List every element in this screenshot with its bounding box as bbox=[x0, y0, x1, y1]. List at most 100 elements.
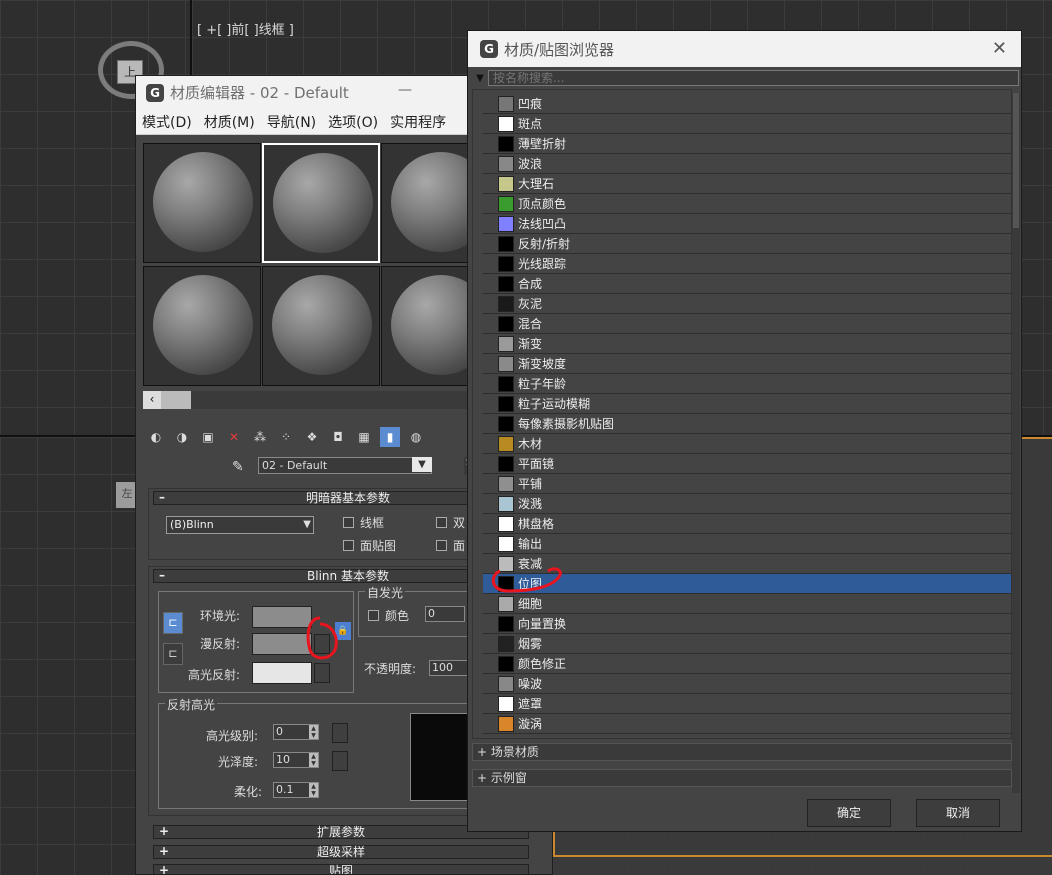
close-icon[interactable]: ✕ bbox=[992, 38, 1007, 59]
self-illum-value[interactable]: 0 bbox=[425, 606, 465, 622]
checkbox-box[interactable] bbox=[343, 540, 354, 551]
map-item[interactable]: 反射/折射 bbox=[483, 234, 1011, 254]
glossiness-map-button[interactable] bbox=[332, 751, 348, 771]
copy-material-icon[interactable]: ⁂ bbox=[250, 427, 270, 447]
checkbox-box[interactable] bbox=[436, 517, 447, 528]
map-item[interactable]: 大理石 bbox=[483, 174, 1011, 194]
shader-type-dropdown[interactable]: (B)Blinn ▼ bbox=[166, 516, 314, 534]
map-item[interactable]: 粒子运动模糊 bbox=[483, 394, 1011, 414]
scroll-thumb[interactable] bbox=[161, 391, 191, 409]
face-map-checkbox[interactable]: 面贴图 bbox=[343, 537, 396, 554]
map-item[interactable]: 泼溅 bbox=[483, 494, 1011, 514]
map-item[interactable]: 薄壁折射 bbox=[483, 134, 1011, 154]
map-item-selected[interactable]: 位图 bbox=[483, 574, 1011, 594]
section-sample-slots[interactable]: + 示例窗 bbox=[472, 769, 1012, 787]
two-sided-checkbox[interactable]: 双 bbox=[436, 514, 465, 531]
scroll-left-icon[interactable]: ‹ bbox=[143, 391, 161, 409]
map-item[interactable]: 顶点颜色 bbox=[483, 194, 1011, 214]
browser-scrollbar[interactable] bbox=[1012, 93, 1020, 793]
map-item[interactable]: 烟雾 bbox=[483, 634, 1011, 654]
rollout-supersampling[interactable]: + 超级采样 bbox=[153, 845, 529, 859]
specular-map-button[interactable] bbox=[314, 663, 330, 683]
map-item[interactable]: 漩涡 bbox=[483, 714, 1011, 734]
go-parent-icon[interactable]: ◍ bbox=[406, 427, 426, 447]
map-item[interactable]: 光线跟踪 bbox=[483, 254, 1011, 274]
viewport-label[interactable]: [ +[ ]前[ ]线框 ] bbox=[197, 19, 294, 38]
material-id-icon[interactable]: ◘ bbox=[328, 427, 348, 447]
spec-level-spinner[interactable]: 0 ▲ ▼ bbox=[273, 724, 319, 740]
menu-material[interactable]: 材质(M) bbox=[204, 112, 255, 132]
diffuse-color-swatch[interactable] bbox=[252, 633, 312, 655]
map-item[interactable]: 合成 bbox=[483, 274, 1011, 294]
soften-spinner[interactable]: 0.1 ▲ ▼ bbox=[273, 782, 319, 798]
map-thumbnail-icon bbox=[498, 395, 514, 412]
map-item[interactable]: 粒子年龄 bbox=[483, 374, 1011, 394]
map-item[interactable]: 渐变坡度 bbox=[483, 354, 1011, 374]
rollout-maps[interactable]: + 贴图 bbox=[153, 864, 529, 874]
checkbox-box[interactable] bbox=[368, 610, 379, 621]
map-item[interactable]: 凹痕 bbox=[483, 94, 1011, 114]
cancel-button[interactable]: 取消 bbox=[916, 799, 1000, 827]
self-illum-color-checkbox[interactable]: 颜色 bbox=[368, 607, 409, 624]
minimize-icon[interactable]: — bbox=[398, 82, 412, 98]
spec-level-map-button[interactable] bbox=[332, 723, 348, 743]
material-name-dropdown[interactable]: ▼ bbox=[258, 457, 432, 474]
search-input[interactable] bbox=[488, 70, 1019, 86]
map-item[interactable]: 灰泥 bbox=[483, 294, 1011, 314]
eyedropper-icon[interactable]: ✎ bbox=[232, 459, 244, 475]
map-item[interactable]: 棋盘格 bbox=[483, 514, 1011, 534]
checkbox-box[interactable] bbox=[436, 540, 447, 551]
map-item[interactable]: 输出 bbox=[483, 534, 1011, 554]
map-item[interactable]: 混合 bbox=[483, 314, 1011, 334]
spinner-arrows-icon[interactable]: ▲ ▼ bbox=[309, 725, 318, 739]
browser-titlebar[interactable]: G 材质/贴图浏览器 ✕ bbox=[468, 31, 1021, 67]
map-item[interactable]: 斑点 bbox=[483, 114, 1011, 134]
section-scene-materials[interactable]: + 场景材质 bbox=[472, 743, 1012, 761]
map-item[interactable]: 衰减 bbox=[483, 554, 1011, 574]
delete-icon[interactable]: ✕ bbox=[224, 427, 244, 447]
map-item[interactable]: 每像素摄影机贴图 bbox=[483, 414, 1011, 434]
show-end-result-icon[interactable]: ▮ bbox=[380, 427, 400, 447]
sample-slot-selected[interactable] bbox=[262, 143, 380, 263]
get-material-icon[interactable]: ◐ bbox=[146, 427, 166, 447]
put-to-library-icon[interactable]: ❖ bbox=[302, 427, 322, 447]
diffuse-map-button[interactable] bbox=[314, 634, 330, 654]
lock-icon[interactable]: 🔒 bbox=[335, 622, 351, 640]
glossiness-spinner[interactable]: 10 ▲ ▼ bbox=[273, 752, 319, 768]
specular-color-swatch[interactable] bbox=[252, 662, 312, 684]
sample-slot[interactable] bbox=[262, 266, 380, 386]
opacity-spinner[interactable]: 100 bbox=[429, 660, 469, 676]
ambient-color-swatch[interactable] bbox=[252, 606, 312, 628]
put-to-scene-icon[interactable]: ◑ bbox=[172, 427, 192, 447]
map-item[interactable]: 噪波 bbox=[483, 674, 1011, 694]
map-item[interactable]: 遮罩 bbox=[483, 694, 1011, 714]
menu-options[interactable]: 选项(O) bbox=[328, 112, 378, 132]
map-item[interactable]: 法线凹凸 bbox=[483, 214, 1011, 234]
chevron-down-icon[interactable]: ▼ bbox=[412, 457, 432, 472]
map-thumbnail-icon bbox=[498, 475, 514, 492]
map-item[interactable]: 平铺 bbox=[483, 474, 1011, 494]
wire-checkbox[interactable]: 线框 bbox=[343, 514, 384, 531]
faceted-checkbox[interactable]: 面 bbox=[436, 537, 465, 554]
assign-to-selection-icon[interactable]: ▣ bbox=[198, 427, 218, 447]
sample-slot[interactable] bbox=[143, 143, 261, 263]
spinner-arrows-icon[interactable]: ▲ ▼ bbox=[309, 783, 318, 797]
menu-mode[interactable]: 模式(D) bbox=[142, 112, 192, 132]
show-map-icon[interactable]: ▦ bbox=[354, 427, 374, 447]
map-item[interactable]: 平面镜 bbox=[483, 454, 1011, 474]
spinner-arrows-icon[interactable]: ▲ ▼ bbox=[309, 753, 318, 767]
map-item[interactable]: 向量置换 bbox=[483, 614, 1011, 634]
options-triangle-icon[interactable]: ▼ bbox=[472, 73, 488, 84]
map-item[interactable]: 渐变 bbox=[483, 334, 1011, 354]
make-unique-icon[interactable]: ⁘ bbox=[276, 427, 296, 447]
menu-utilities[interactable]: 实用程序 bbox=[390, 112, 446, 132]
map-item[interactable]: 波浪 bbox=[483, 154, 1011, 174]
map-item[interactable]: 颜色修正 bbox=[483, 654, 1011, 674]
map-item[interactable]: 木材 bbox=[483, 434, 1011, 454]
map-item[interactable]: 细胞 bbox=[483, 594, 1011, 614]
sample-slot[interactable] bbox=[143, 266, 261, 386]
menu-navigation[interactable]: 导航(N) bbox=[267, 112, 316, 132]
scroll-thumb[interactable] bbox=[1013, 93, 1019, 228]
ok-button[interactable]: 确定 bbox=[807, 799, 891, 827]
checkbox-box[interactable] bbox=[343, 517, 354, 528]
